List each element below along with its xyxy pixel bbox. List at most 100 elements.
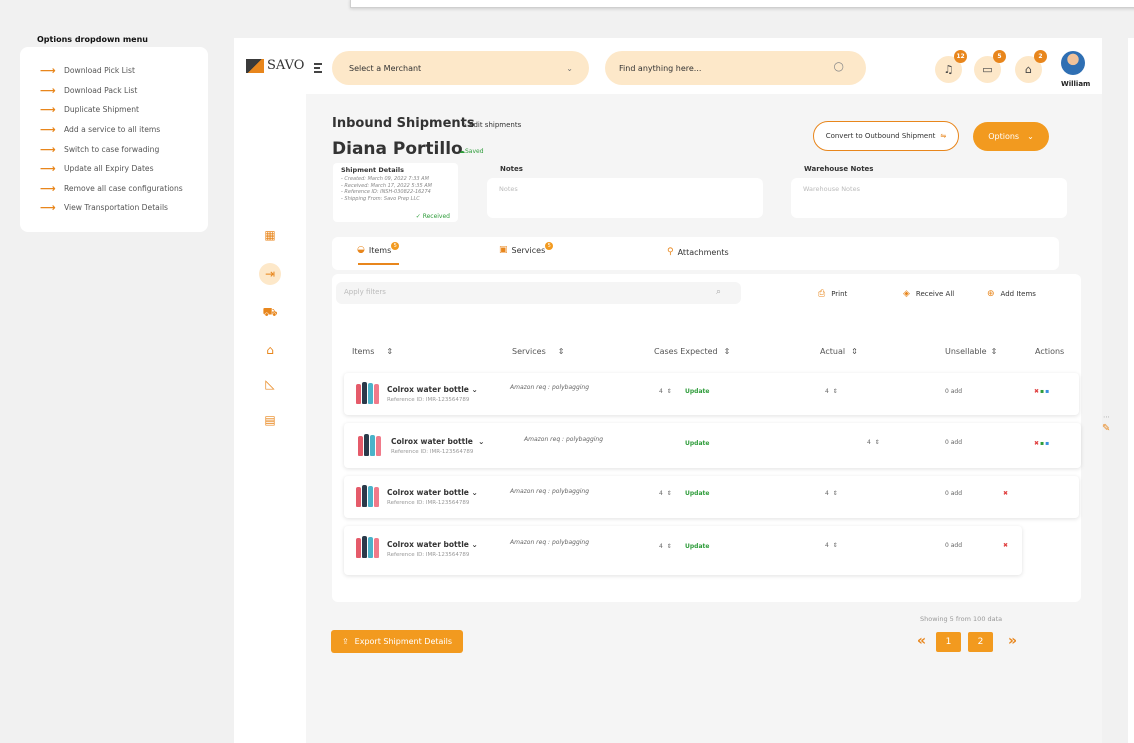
menu-item-view-transportation[interactable]: ⟶ View Transportation Details — [40, 198, 208, 218]
actual-stepper[interactable]: 4 ⇕ — [825, 542, 838, 549]
menu-item-remove-case-config[interactable]: ⟶ Remove all case configurations — [40, 179, 208, 199]
chart-icon[interactable]: ◺ — [259, 373, 281, 395]
col-cases-expected[interactable]: Cases Expected ⇕ — [654, 347, 730, 356]
merchant-select[interactable]: Select a Merchant ⌄ — [332, 51, 589, 85]
unsellable-add[interactable]: 0 add — [945, 542, 962, 549]
update-button[interactable]: Update — [685, 440, 709, 447]
messages-button[interactable]: ▭ 5 — [974, 50, 1006, 83]
col-actual[interactable]: Actual ⇕ — [820, 347, 858, 356]
add-items-button[interactable]: ⊕ Add Items — [987, 289, 1036, 299]
view-icon[interactable]: ▪ — [1045, 440, 1050, 447]
page-1-button[interactable]: 1 — [936, 632, 961, 652]
trash-icon[interactable]: ✖ — [1003, 490, 1009, 497]
menu-item-duplicate-shipment[interactable]: ⟶ Duplicate Shipment — [40, 100, 208, 120]
chevron-down-icon: ⌄ — [471, 488, 478, 497]
actual-stepper[interactable]: 4 ⇕ — [825, 490, 838, 497]
more-icon[interactable]: ⋯ — [1103, 413, 1110, 421]
prev-page-button[interactable]: « — [917, 633, 926, 649]
paperclip-icon: ⚲ — [667, 247, 674, 257]
notification-badge: 12 — [954, 50, 967, 63]
upload-icon: ⇪ — [341, 637, 349, 646]
product-thumbnail — [356, 536, 380, 558]
item-name[interactable]: Colrox water bottle ⌄ — [387, 385, 478, 394]
receive-all-button[interactable]: ◈ Receive All — [903, 289, 954, 299]
menu-item-update-expiry[interactable]: ⟶ Update all Expiry Dates — [40, 159, 208, 179]
arrow-right-icon: ⟶ — [40, 83, 56, 97]
breadcrumb[interactable]: › Edit shipments — [464, 121, 521, 129]
col-unsellable[interactable]: Unsellable ⇕ — [945, 347, 997, 356]
logo-mark-icon — [246, 58, 264, 73]
dashboard-icon[interactable]: ▦ — [259, 224, 281, 246]
arrow-right-icon: ⟶ — [40, 181, 56, 195]
chevron-down-icon: ⌄ — [478, 437, 485, 446]
page-title: Inbound Shipments — [332, 116, 475, 131]
global-search-input[interactable]: Find anything here... ○ — [605, 51, 866, 85]
col-items[interactable]: Items ⇕ — [352, 347, 393, 356]
cases-stepper[interactable]: 4 ⇕ — [659, 490, 672, 497]
shipment-details-card: Shipment Details - Created: March 09, 20… — [333, 163, 458, 222]
shipment-name: Diana Portillo — [332, 139, 463, 159]
gifts-badge: 2 — [1034, 50, 1047, 63]
right-panel-edge — [1128, 38, 1134, 743]
actual-stepper[interactable]: 4 ⇕ — [867, 439, 880, 446]
hamburger-menu-icon[interactable] — [314, 63, 322, 75]
page-2-button[interactable]: 2 — [968, 632, 993, 652]
update-button[interactable]: Update — [685, 490, 709, 497]
convert-outbound-button[interactable]: Convert to Outbound Shipment ⇋ — [813, 121, 959, 151]
item-service: Amazon req : polybagging — [524, 436, 604, 443]
export-shipment-button[interactable]: ⇪ Export Shipment Details — [331, 630, 463, 653]
unsellable-add[interactable]: 0 add — [945, 439, 962, 446]
menu-item-download-pick-list[interactable]: ⟶ Download Pick List — [40, 61, 208, 81]
filter-input[interactable]: Apply filters ⌕ — [336, 282, 741, 304]
row-actions[interactable]: ✖▪▪ — [1034, 440, 1050, 447]
trash-icon[interactable]: ✖ — [1003, 542, 1009, 549]
menu-item-download-pack-list[interactable]: ⟶ Download Pack List — [40, 81, 208, 101]
item-name[interactable]: Colrox water bottle ⌄ — [391, 437, 484, 446]
saved-status: ☁Saved — [459, 148, 484, 155]
tab-attachments[interactable]: ⚲ Attachments — [667, 247, 729, 257]
product-thumbnail — [356, 382, 380, 404]
notes-textarea[interactable]: Notes — [487, 178, 763, 218]
edit-icon[interactable]: ✎ — [1102, 423, 1110, 434]
menu-item-add-service[interactable]: ⟶ Add a service to all items — [40, 120, 208, 140]
print-button[interactable]: ⎙ Print — [818, 289, 847, 299]
brand-logo[interactable]: SAVO — [246, 58, 304, 73]
update-button[interactable]: Update — [685, 388, 709, 395]
unsellable-add[interactable]: 0 add — [945, 490, 962, 497]
col-actions: Actions — [1035, 347, 1065, 356]
document-icon[interactable]: ▤ — [259, 409, 281, 431]
view-icon[interactable]: ▪ — [1045, 388, 1050, 395]
arrow-right-icon: ⟶ — [40, 64, 56, 78]
top-window-frame — [350, 0, 1134, 8]
inbound-icon[interactable]: ⇥ — [259, 263, 281, 285]
basket-icon: ◒ — [357, 245, 365, 255]
item-name[interactable]: Colrox water bottle ⌄ — [387, 540, 478, 549]
row-actions[interactable]: ✖▪▪ — [1034, 388, 1050, 395]
sort-icon: ⇕ — [557, 347, 565, 356]
next-page-button[interactable]: » — [1008, 633, 1017, 649]
item-service: Amazon req : polybagging — [510, 539, 590, 546]
warehouse-notes-textarea[interactable]: Warehouse Notes — [791, 178, 1067, 218]
col-services[interactable]: Services ⇕ — [512, 347, 564, 356]
menu-item-case-forwarding[interactable]: ⟶ Switch to case forwading — [40, 139, 208, 159]
cases-stepper[interactable]: 4 ⇕ — [659, 388, 672, 395]
plus-circle-icon: ⊕ — [987, 289, 995, 299]
item-name[interactable]: Colrox water bottle ⌄ — [387, 488, 478, 497]
truck-icon[interactable]: ⛟ — [259, 302, 281, 324]
tab-items[interactable]: ◒ Items 5 — [357, 242, 400, 255]
unsellable-add[interactable]: 0 add — [945, 388, 962, 395]
tab-services[interactable]: ▣ Services 5 — [499, 242, 554, 255]
update-button[interactable]: Update — [685, 543, 709, 550]
arrow-right-icon: ⟶ — [40, 201, 56, 215]
warehouse-icon[interactable]: ⌂ — [259, 339, 281, 361]
options-button[interactable]: Options ⌄ — [973, 122, 1049, 151]
gifts-button[interactable]: ⌂ 2 — [1015, 50, 1047, 83]
box-icon: ◈ — [903, 289, 910, 299]
arrow-right-icon: ⟶ — [40, 162, 56, 176]
item-service: Amazon req : polybagging — [510, 488, 590, 495]
notifications-button[interactable]: ♫ 12 — [935, 50, 967, 83]
actual-stepper[interactable]: 4 ⇕ — [825, 388, 838, 395]
cases-stepper[interactable]: 4 ⇕ — [659, 543, 672, 550]
chevron-down-icon: ⌄ — [471, 385, 478, 394]
avatar[interactable] — [1061, 51, 1085, 75]
